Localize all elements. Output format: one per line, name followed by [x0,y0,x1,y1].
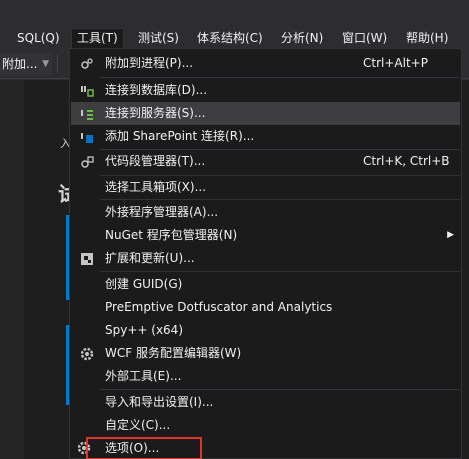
menu-item-label: 导入和导出设置(I)... [105,395,214,409]
menu-sql[interactable]: SQL(Q) [12,28,65,49]
menu-separator [100,271,460,272]
menu-item-label: 创建 GUID(G) [105,277,183,291]
menu-item-code-snippets[interactable]: 代码段管理器(T)... Ctrl+K, Ctrl+B [71,150,460,173]
menu-item-label: 选择工具箱项(X)... [105,180,207,194]
menu-separator [100,389,460,390]
attach-process-icon [81,58,93,69]
menu-bar: SQL(Q) 工具(T) 测试(S) 体系结构(C) 分析(N) 窗口(W) 帮… [0,28,469,49]
menu-item-spy[interactable]: Spy++ (x64) [71,319,460,342]
menu-item-wcf-editor[interactable]: WCF 服务配置编辑器(W) [71,342,460,365]
menu-item-external-tools[interactable]: 外部工具(E)... [71,365,460,388]
menu-item-add-sharepoint[interactable]: 添加 SharePoint 连接(R)... [71,125,460,148]
menu-item-choose-toolbox[interactable]: 选择工具箱项(X)... [71,176,460,199]
menu-item-label: NuGet 程序包管理器(N) [105,228,238,242]
menu-architecture[interactable]: 体系结构(C) [192,28,268,49]
menu-item-label: 扩展和更新(U)... [105,251,195,265]
extensions-icon [81,253,93,265]
menu-item-label: 代码段管理器(T)... [105,154,206,168]
menu-item-label: PreEmptive Dotfuscator and Analytics [105,300,333,314]
attach-combo-label: 附加... [2,57,38,71]
toolbar-divider [57,55,58,73]
menu-analyze[interactable]: 分析(N) [276,28,328,49]
menu-item-label: 连接到服务器(S)... [105,106,206,120]
title-strip [0,0,469,28]
menu-help[interactable]: 帮助(H) [401,28,453,49]
menu-test[interactable]: 测试(S) [133,28,184,49]
menu-item-label: 自定义(C)... [105,418,171,432]
code-snippet-icon [81,156,94,168]
attach-combo[interactable]: 附加... ▼ [0,53,52,75]
menu-separator [100,77,460,78]
menu-item-shortcut: Ctrl+K, Ctrl+B [363,154,450,168]
chevron-down-icon: ▼ [42,59,49,69]
menu-tools[interactable]: 工具(T) [71,28,124,49]
chevron-right-icon: ▶ [447,230,454,240]
menu-item-customize[interactable]: 自定义(C)... [71,414,460,437]
menu-item-label: WCF 服务配置编辑器(W) [105,346,242,360]
connect-server-icon [81,110,93,120]
menu-item-label: 附加到进程(P)... [105,56,194,70]
menu-item-addin-manager[interactable]: 外接程序管理器(A)... [71,201,460,224]
wcf-gear-icon [80,347,94,361]
menu-item-attach-process[interactable]: 附加到进程(P)... Ctrl+Alt+P [71,52,460,75]
menu-item-create-guid[interactable]: 创建 GUID(G) [71,273,460,296]
menu-item-label: 外接程序管理器(A)... [105,205,219,219]
menu-item-label: 连接到数据库(D)... [105,83,208,97]
menu-item-nuget[interactable]: NuGet 程序包管理器(N) ▶ [71,224,460,247]
tools-menu-dropdown: 附加到进程(P)... Ctrl+Alt+P 连接到数据库(D)... 连接到服… [69,48,462,459]
menu-item-extensions[interactable]: 扩展和更新(U)... [71,247,460,270]
menu-item-label: 添加 SharePoint 连接(R)... [105,129,255,143]
sharepoint-icon [81,133,93,143]
menu-separator [100,199,460,200]
connect-database-icon [81,86,94,97]
menu-item-dotfuscator[interactable]: PreEmptive Dotfuscator and Analytics [71,296,460,319]
menu-item-shortcut: Ctrl+Alt+P [363,56,428,70]
menu-item-label: 外部工具(E)... [105,369,182,383]
menu-item-connect-server[interactable]: 连接到服务器(S)... [71,102,460,125]
menu-item-label: Spy++ (x64) [105,323,183,337]
menu-item-connect-database[interactable]: 连接到数据库(D)... [71,79,460,102]
options-highlight-box [86,437,202,459]
menu-window[interactable]: 窗口(W) [337,28,392,49]
menu-item-import-export[interactable]: 导入和导出设置(I)... [71,391,460,414]
